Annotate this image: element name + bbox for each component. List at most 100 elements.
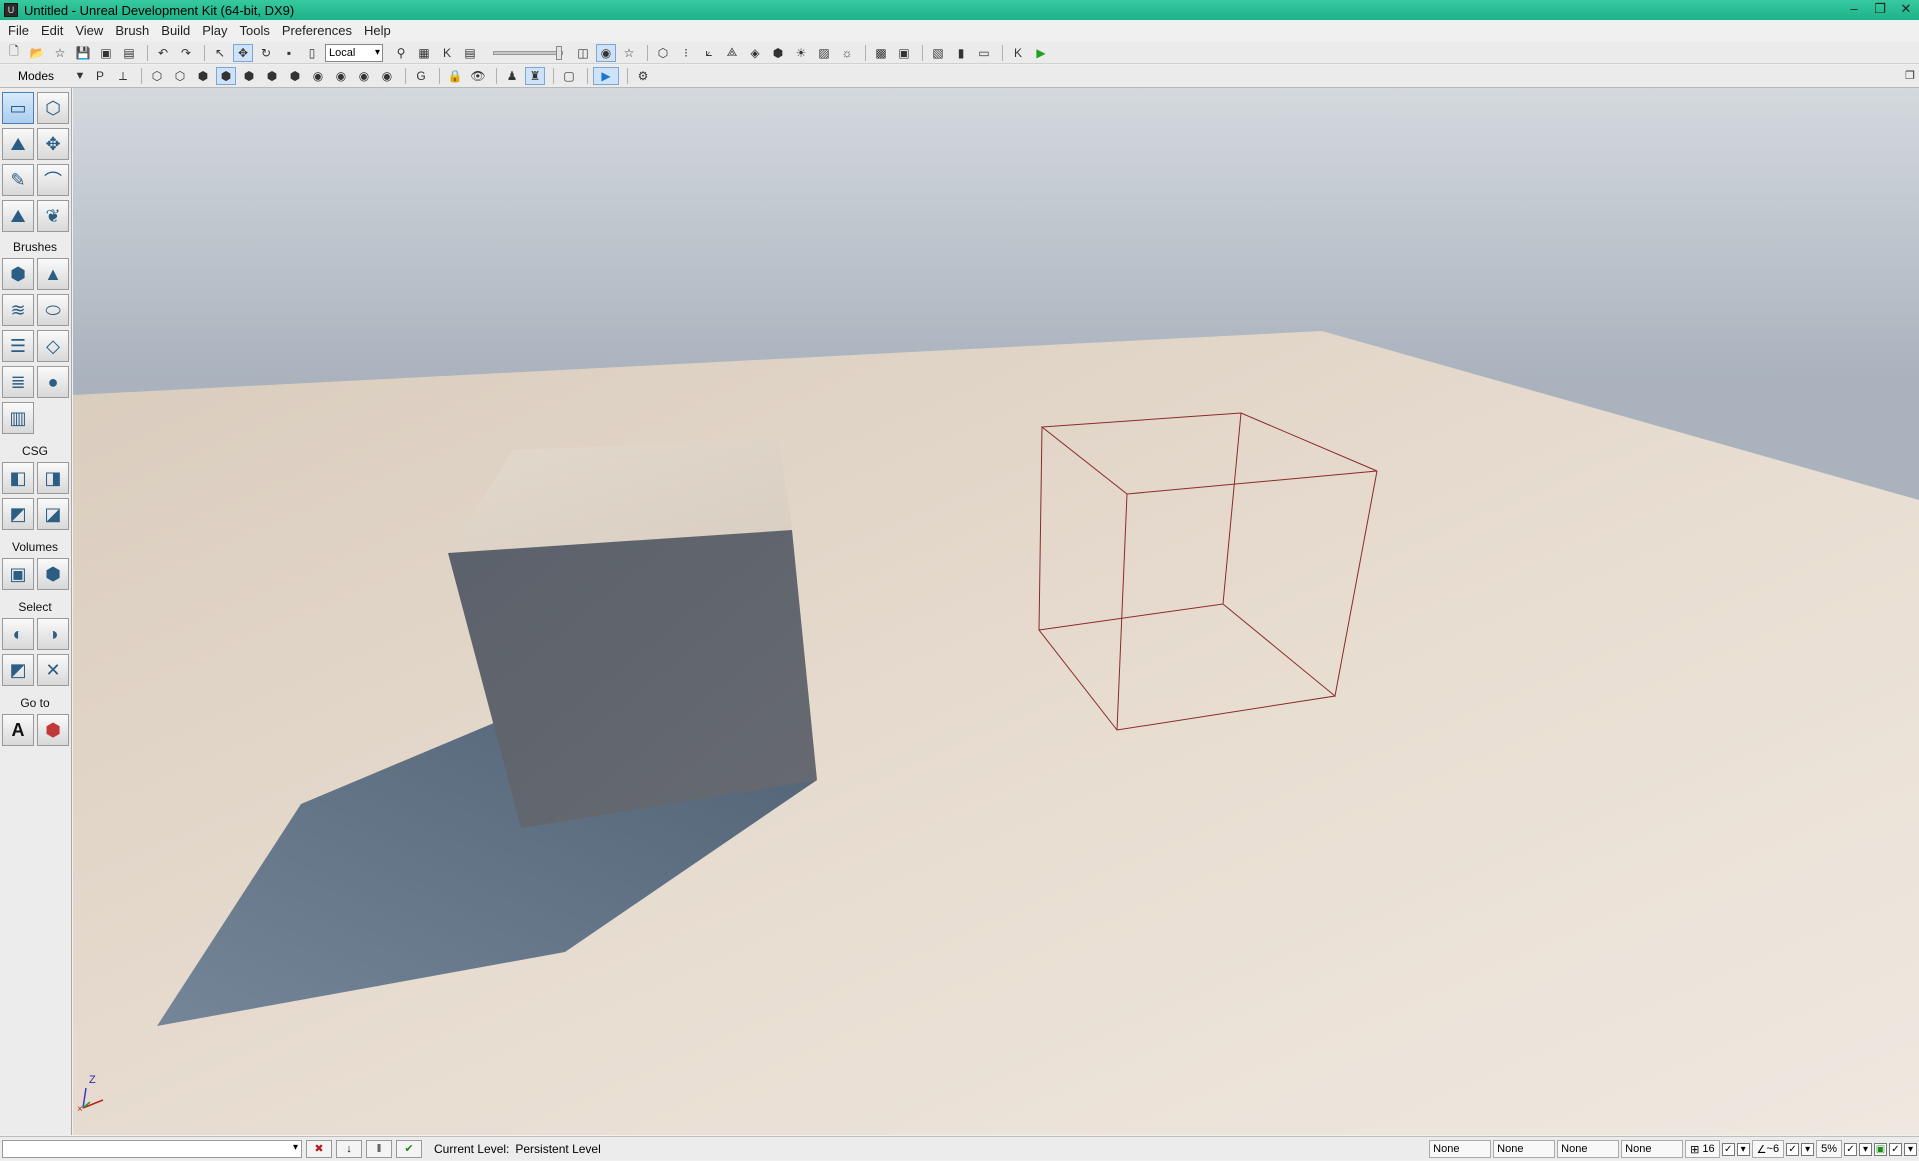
unlit-icon[interactable]: ⬢	[193, 67, 213, 85]
goto-actor-icon[interactable]: A	[2, 714, 34, 746]
slider-thumb[interactable]	[556, 45, 562, 60]
restore-viewport-icon[interactable]: ❐	[1905, 69, 1915, 82]
check-icon[interactable]: ✔	[396, 1139, 422, 1158]
kismet-icon[interactable]: K	[437, 44, 457, 62]
app-icon[interactable]: U	[4, 3, 18, 17]
maximize-viewport-icon[interactable]: ▢	[559, 67, 579, 85]
autosave-icon[interactable]: ▣	[1874, 1142, 1887, 1156]
menu-tools[interactable]: Tools	[234, 20, 276, 42]
build-all-icon[interactable]: ⬢	[768, 44, 788, 62]
menu-view[interactable]: View	[69, 20, 109, 42]
build-cover-icon[interactable]: ⟁	[722, 44, 742, 62]
wireframe-icon[interactable]: ⬡	[170, 67, 190, 85]
build-geometry-icon[interactable]: ⬡	[653, 44, 673, 62]
show-all-icon[interactable]: ✕	[37, 654, 69, 686]
view-icon[interactable]: ◫	[573, 44, 593, 62]
console-icon[interactable]: ▣	[894, 44, 914, 62]
cone-brush-icon[interactable]: ▲	[37, 258, 69, 290]
translate-mode-icon[interactable]: ✥	[233, 43, 253, 62]
spiral-stair-brush-icon[interactable]: ≣	[2, 366, 34, 398]
build-lighting-icon[interactable]: ◈	[745, 44, 765, 62]
cylinder-brush-icon[interactable]: ⬭	[37, 294, 69, 326]
play-in-editor-icon[interactable]: ▶	[1031, 44, 1051, 62]
drag-grid-icon[interactable]: ✖	[306, 1139, 332, 1158]
console-command-input[interactable]	[2, 1139, 302, 1158]
matinee-icon[interactable]: ▤	[460, 44, 480, 62]
shader-complexity-icon[interactable]: ◉	[331, 67, 351, 85]
viewport-settings-icon[interactable]: ⚙	[633, 67, 653, 85]
camera-icon[interactable]: ♟	[502, 67, 522, 85]
scale-snap-control[interactable]: 5%	[1816, 1140, 1842, 1158]
rotation-snap-checkbox[interactable]: ✓	[1786, 1142, 1800, 1156]
level-icon[interactable]: ▩	[871, 44, 891, 62]
light-complexity-icon[interactable]: ⬢	[285, 67, 305, 85]
geometry-mode-icon[interactable]: ⬡	[37, 92, 69, 124]
goto-builder-brush-icon[interactable]: ⬢	[37, 714, 69, 746]
csg-subtract-icon[interactable]: ◨	[37, 462, 69, 494]
new-icon[interactable]: 🗋	[4, 44, 24, 62]
rotation-dropdown-icon[interactable]: ▾	[1801, 1142, 1815, 1156]
camera-lock-icon[interactable]: ⟂	[113, 67, 133, 85]
rotation-snap-control[interactable]: ∠ ~6	[1751, 1140, 1785, 1158]
scale-nonuniform-icon[interactable]: ▯	[302, 44, 322, 62]
generic-browser-icon[interactable]: ▦	[414, 44, 434, 62]
translate-mode-icon[interactable]: ✥	[37, 128, 69, 160]
player-start-icon[interactable]: ♜	[525, 67, 545, 85]
perspective-viewport[interactable]: Z ×	[73, 88, 1919, 1135]
sheet-brush-icon[interactable]: ◇	[37, 330, 69, 362]
csg-deintersect-icon[interactable]: ◪	[37, 498, 69, 530]
undo-icon[interactable]: ↶	[153, 44, 173, 62]
chevron-down-icon[interactable]: ▼	[70, 70, 90, 82]
lighting-icon[interactable]: ↓	[336, 1139, 362, 1158]
lighting-only-icon[interactable]: ⬢	[262, 67, 282, 85]
csg-intersect-icon[interactable]: ◩	[2, 498, 34, 530]
lightmass-icon[interactable]: ☀	[791, 44, 811, 62]
texture-density-icon[interactable]: ◉	[308, 67, 328, 85]
coordinate-system-select[interactable]: Local	[325, 43, 383, 62]
save-as-icon[interactable]: ▣	[96, 44, 116, 62]
build-settings-icon[interactable]: ▨	[814, 44, 834, 62]
menu-build[interactable]: Build	[155, 20, 196, 42]
menu-play[interactable]: Play	[196, 20, 233, 42]
save-icon[interactable]: 💾	[73, 44, 93, 62]
lighting-overlay-icon[interactable]: ◉	[377, 67, 397, 85]
search-icon[interactable]: ⚲	[391, 44, 411, 62]
volume-list-icon[interactable]: ⬢	[37, 558, 69, 590]
realtime-play-icon[interactable]: ▶	[593, 67, 619, 85]
select-mode-icon[interactable]: ↖	[210, 44, 230, 62]
kismet-debug-icon[interactable]: K	[1008, 44, 1028, 62]
realtime-icon[interactable]: ◉	[596, 43, 616, 62]
save-all-icon[interactable]: ▤	[119, 44, 139, 62]
menu-brush[interactable]: Brush	[109, 20, 155, 42]
maximize-icon[interactable]: ❐	[1867, 0, 1893, 20]
landscape-mode-icon[interactable]: ⛰	[2, 200, 34, 232]
build-info-icon[interactable]: ⁝	[676, 44, 696, 62]
misc-dropdown-icon[interactable]: ▾	[1904, 1142, 1917, 1156]
favorites-icon[interactable]: ☆	[50, 44, 70, 62]
scale-mode-icon[interactable]: ▪	[279, 44, 299, 62]
scale-dropdown-icon[interactable]: ▾	[1859, 1142, 1872, 1156]
lightmap-density-icon[interactable]: ◉	[354, 67, 374, 85]
grid-dropdown-icon[interactable]: ▾	[1736, 1142, 1750, 1156]
grid-size-control[interactable]: ⊞ 16	[1685, 1140, 1720, 1158]
play-console-icon[interactable]: ▧	[928, 44, 948, 62]
level-icon[interactable]: ‖	[366, 1139, 392, 1158]
show-selected-icon[interactable]: ◐	[2, 618, 34, 650]
hide-selected-icon[interactable]: ◑	[37, 618, 69, 650]
viewport-scene[interactable]: Z ×	[73, 88, 1919, 1135]
menu-file[interactable]: File	[2, 20, 35, 42]
monitor-icon[interactable]: ▭	[974, 44, 994, 62]
redo-icon[interactable]: ↷	[176, 44, 196, 62]
mesh-paint-icon[interactable]: ✎	[2, 164, 34, 196]
volumetric-brush-icon[interactable]: ▥	[2, 402, 34, 434]
sun-settings-icon[interactable]: ☼	[837, 44, 857, 62]
build-paths-icon[interactable]: ⟀	[699, 44, 719, 62]
lock-icon[interactable]: 🔒	[445, 67, 465, 85]
texture-align-icon[interactable]: ⌒	[37, 164, 69, 196]
detail-lighting-icon[interactable]: ⬢	[239, 67, 259, 85]
lit-icon[interactable]: ⬢	[216, 67, 236, 85]
invert-selection-icon[interactable]: ◩	[2, 654, 34, 686]
linear-stair-brush-icon[interactable]: ☰	[2, 330, 34, 362]
close-icon[interactable]: ✕	[1893, 0, 1919, 20]
scale-snap-checkbox[interactable]: ✓	[1844, 1142, 1857, 1156]
